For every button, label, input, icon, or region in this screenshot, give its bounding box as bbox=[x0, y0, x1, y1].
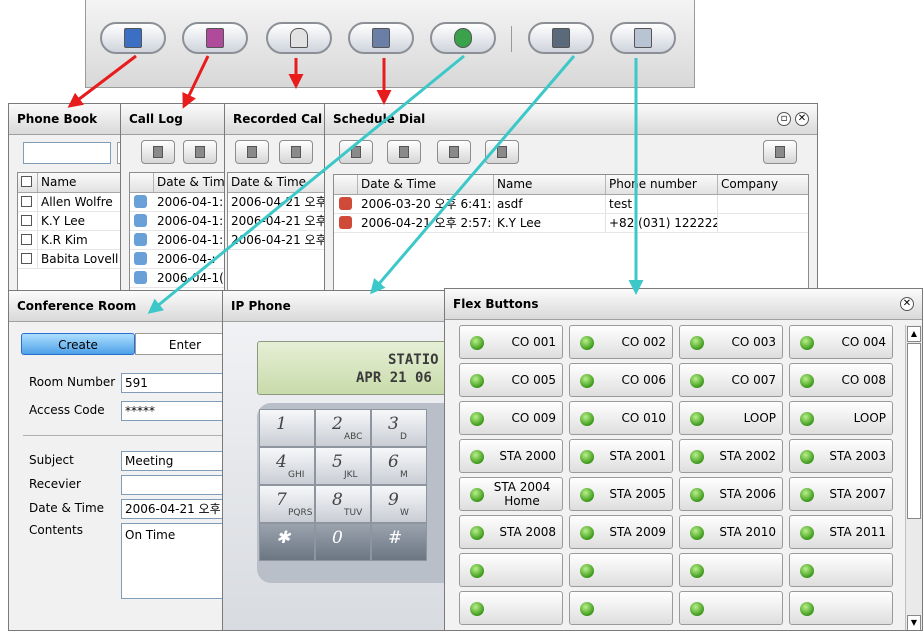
arrow-to-ip-phone bbox=[370, 55, 576, 295]
annotation-arrows bbox=[67, 54, 644, 314]
arrow-to-phone-book bbox=[67, 54, 137, 108]
arrow-to-conference-room bbox=[147, 54, 465, 314]
arrow-to-call-log bbox=[182, 55, 210, 109]
